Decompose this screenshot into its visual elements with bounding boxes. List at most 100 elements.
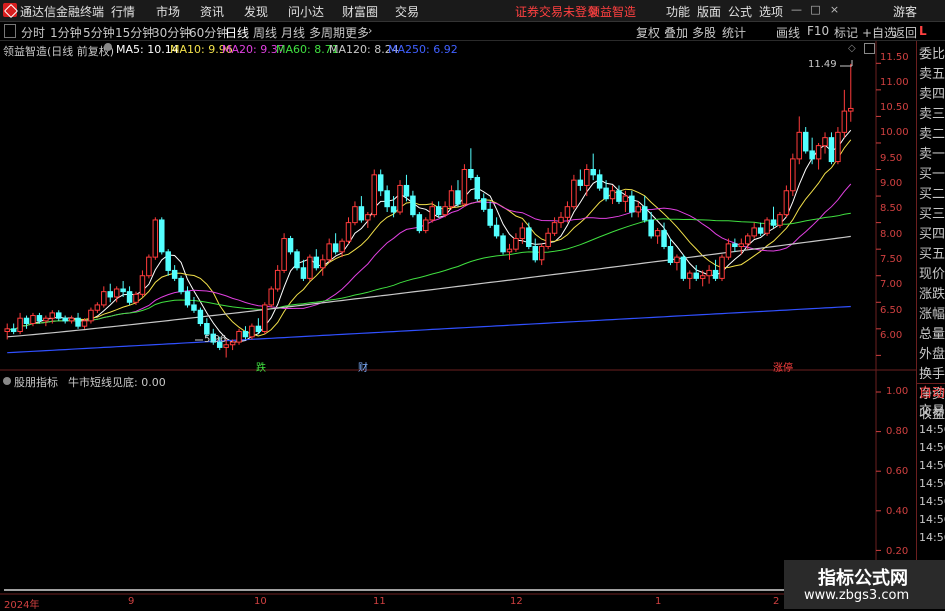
candle-body <box>435 206 442 216</box>
candle-body <box>828 137 835 163</box>
candle-body <box>770 219 777 226</box>
candle-body <box>751 227 757 237</box>
quote-field: 现价 <box>919 267 945 282</box>
x-tick: 12 <box>510 596 523 607</box>
candle-body <box>365 214 371 221</box>
low-label: 5.96 <box>204 334 227 345</box>
candle-body <box>777 214 783 226</box>
sub-indicator-name: 股朋指标 <box>14 376 58 389</box>
candle-body <box>62 317 68 322</box>
candle-body <box>474 176 481 200</box>
candle-body <box>764 219 770 234</box>
ma10-line <box>7 139 852 337</box>
candle-body <box>204 323 210 335</box>
quote-field: 买三 <box>919 207 945 222</box>
ma120-line <box>7 235 851 338</box>
candle-body <box>332 243 339 253</box>
candle-body <box>197 309 204 325</box>
candle-body <box>339 240 345 253</box>
x-tick: 10 <box>254 596 267 607</box>
sub-tick: 1.00 <box>886 386 909 397</box>
candle-body <box>461 169 468 205</box>
candle-body <box>551 222 558 234</box>
candle-body <box>667 246 674 263</box>
candle-body <box>30 315 36 325</box>
candle-body <box>249 325 255 338</box>
candle-body <box>654 230 661 237</box>
candle-body <box>674 256 680 263</box>
trade-time: 14:56 <box>919 495 945 508</box>
candle-body <box>165 251 171 271</box>
candle-body <box>152 219 159 258</box>
candle-body <box>75 317 81 327</box>
candle-body <box>358 206 365 221</box>
candle-body <box>519 227 526 240</box>
candle-body <box>571 179 577 208</box>
candle-body <box>274 269 281 290</box>
ma5-line <box>7 129 852 343</box>
quote-field: 委比 <box>919 47 945 62</box>
candle-body <box>94 304 101 311</box>
quote-field: 卖五 <box>919 67 945 82</box>
candle-body <box>49 312 56 319</box>
candle-body <box>319 259 326 269</box>
price-tick: 8.00 <box>880 229 903 240</box>
candle-body <box>107 291 114 298</box>
candle-body <box>139 275 146 295</box>
candle-body <box>545 232 551 248</box>
x-tick: 11 <box>373 596 386 607</box>
candle-body <box>171 269 178 279</box>
quote-field: 总量 <box>919 327 945 342</box>
trade-time: 14:56 <box>919 459 945 472</box>
price-tick: 6.00 <box>880 330 903 341</box>
candle-body <box>538 246 545 261</box>
sub-tick: 0.80 <box>886 426 909 437</box>
candle-body <box>184 291 191 306</box>
quote-field: 买一 <box>919 167 945 182</box>
candle-body <box>738 243 745 248</box>
candle-body <box>835 131 841 163</box>
candle-body <box>480 198 487 210</box>
candle-body <box>783 190 790 216</box>
price-tick: 9.00 <box>880 178 903 189</box>
candle-body <box>732 243 738 248</box>
x-tick: 1 <box>655 596 662 607</box>
price-tick: 10.50 <box>880 102 909 113</box>
candle-body <box>796 131 803 160</box>
sub-indicator-value: 牛市短线见底: 0.00 <box>68 376 166 389</box>
candle-body <box>68 317 75 322</box>
candle-body <box>4 328 10 332</box>
candle-body <box>802 131 809 152</box>
event-marker-limit-up[interactable]: 涨停 <box>773 359 793 374</box>
candle-body <box>699 275 706 279</box>
event-marker-finance[interactable]: 财 <box>358 359 368 374</box>
quote-field: 涨跌 <box>919 287 945 302</box>
quote-field: 买四 <box>919 227 945 242</box>
candle-body <box>313 256 320 269</box>
price-chart[interactable] <box>0 0 945 609</box>
candle-body <box>526 227 532 248</box>
candle-body <box>493 224 500 237</box>
price-tick: 9.50 <box>880 153 903 164</box>
x-tick: 2 <box>773 596 780 607</box>
sub-settings-icon[interactable] <box>3 377 11 385</box>
sub-tick: 0.60 <box>886 466 909 477</box>
auto-trade-label[interactable]: 自动 <box>919 385 945 403</box>
trade-time: 14:56 <box>919 531 945 544</box>
quote-field: 卖四 <box>919 87 945 102</box>
candle-body <box>532 246 539 261</box>
candle-body <box>687 272 693 279</box>
candle-body <box>255 325 262 332</box>
candle-body <box>17 317 23 332</box>
candle-body <box>113 288 120 298</box>
candle-body <box>584 169 590 186</box>
candle-body <box>629 195 635 213</box>
candle-body <box>281 238 287 271</box>
event-marker-drop[interactable]: 跌 <box>256 359 266 374</box>
price-tick: 8.50 <box>880 203 903 214</box>
candle-body <box>577 179 584 186</box>
candle-body <box>390 206 397 213</box>
candle-body <box>706 269 712 277</box>
candle-body <box>429 206 435 221</box>
watermark: 指标公式网 www.zbgs3.com <box>784 560 945 609</box>
